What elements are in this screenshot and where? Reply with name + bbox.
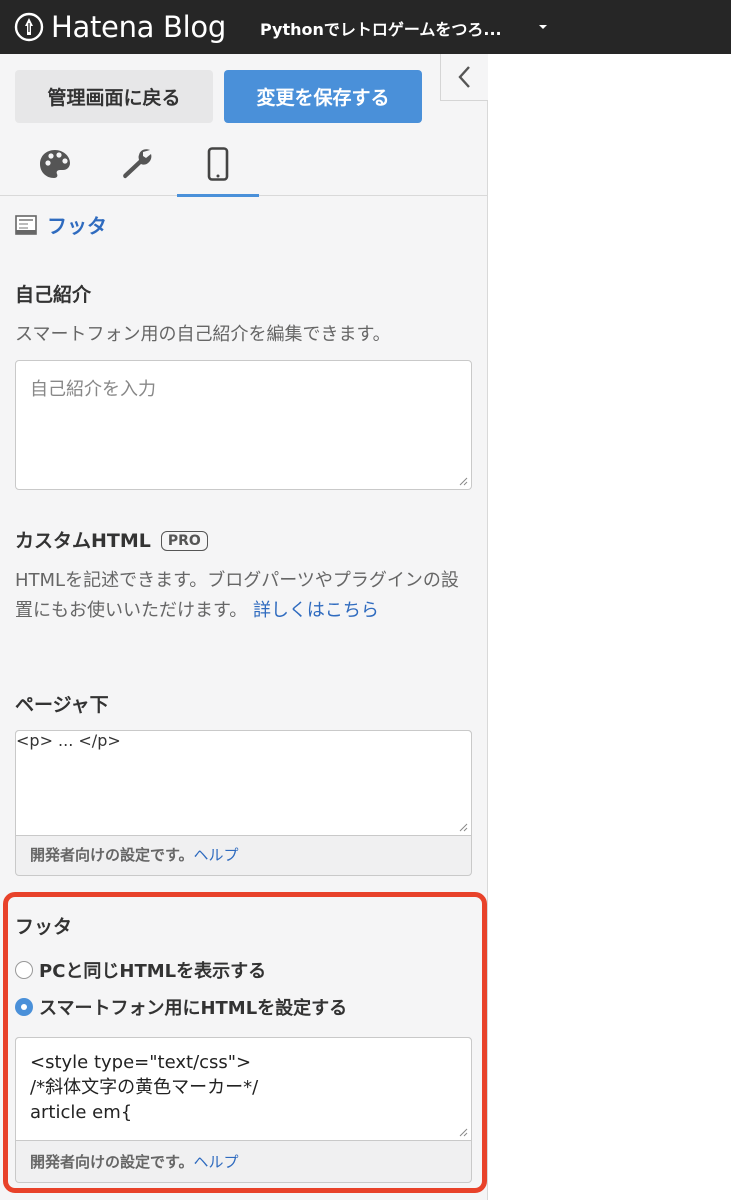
learn-more-link[interactable]: 詳しくはこちら	[253, 600, 379, 621]
highlight-annotation-box	[3, 892, 487, 1193]
page-bottom-note-text: 開発者向けの設定です。	[30, 846, 194, 864]
save-changes-button[interactable]: 変更を保存する	[224, 70, 422, 123]
top-bar: Hatena Blog Pythonでレトロゲームをつろ...	[0, 0, 731, 54]
caret-down-icon[interactable]	[536, 20, 550, 34]
tab-design[interactable]	[14, 132, 96, 196]
layout-footer-icon	[15, 214, 37, 235]
profile-description: スマートフォン用の自己紹介を編集できます。	[15, 324, 391, 345]
smartphone-icon	[207, 147, 229, 181]
profile-placeholder: 自己紹介を入力	[30, 379, 156, 400]
tab-customize[interactable]	[96, 132, 178, 196]
page-bottom-field: <p> ... </p> 開発者向けの設定です。ヘルプ	[15, 730, 472, 876]
profile-heading: 自己紹介	[15, 284, 92, 306]
custom-html-description: HTMLを記述できます。ブログパーツやプラグインの設置にもお使いいただけます。 …	[15, 566, 475, 626]
custom-html-heading-text: カスタムHTML	[15, 530, 151, 552]
hatena-logo[interactable]: Hatena Blog	[14, 9, 226, 45]
page-bottom-textarea[interactable]: <p> ... </p>	[15, 730, 472, 836]
collapse-sidebar-button[interactable]	[440, 54, 488, 101]
wrench-icon	[123, 149, 152, 179]
design-sidebar: 管理画面に戻る 変更を保存する フッタ 自己紹介 スマートフォン用の自己紹介を編…	[0, 54, 488, 1200]
palette-icon	[40, 150, 70, 178]
pro-badge: PRO	[160, 531, 208, 551]
section-title[interactable]: フッタ	[47, 210, 107, 239]
blog-title-selector[interactable]: Pythonでレトロゲームをつろ...	[260, 16, 502, 40]
hatena-pen-icon	[14, 12, 44, 42]
page-bottom-help-link[interactable]: ヘルプ	[194, 846, 239, 864]
custom-html-heading: カスタムHTML PRO	[15, 526, 208, 553]
profile-textarea[interactable]: 自己紹介を入力	[15, 360, 472, 490]
page-bottom-note: 開発者向けの設定です。ヘルプ	[30, 844, 239, 865]
section-breadcrumb: フッタ	[15, 210, 107, 239]
logo-text: Hatena Blog	[51, 10, 226, 44]
chevron-left-icon	[457, 66, 470, 88]
blog-preview-area	[489, 54, 731, 1200]
resize-grip-icon[interactable]	[458, 822, 468, 832]
custom-html-description-text: HTMLを記述できます。ブログパーツやプラグインの設置にもお使いいただけます。	[15, 570, 459, 621]
customize-tabs	[0, 132, 488, 197]
back-to-admin-button[interactable]: 管理画面に戻る	[15, 70, 213, 123]
page-bottom-placeholder: <p> ... </p>	[16, 731, 121, 750]
page-bottom-heading: ページャ下	[15, 694, 109, 716]
tab-smartphone[interactable]	[177, 132, 259, 197]
resize-grip-icon[interactable]	[458, 476, 468, 486]
